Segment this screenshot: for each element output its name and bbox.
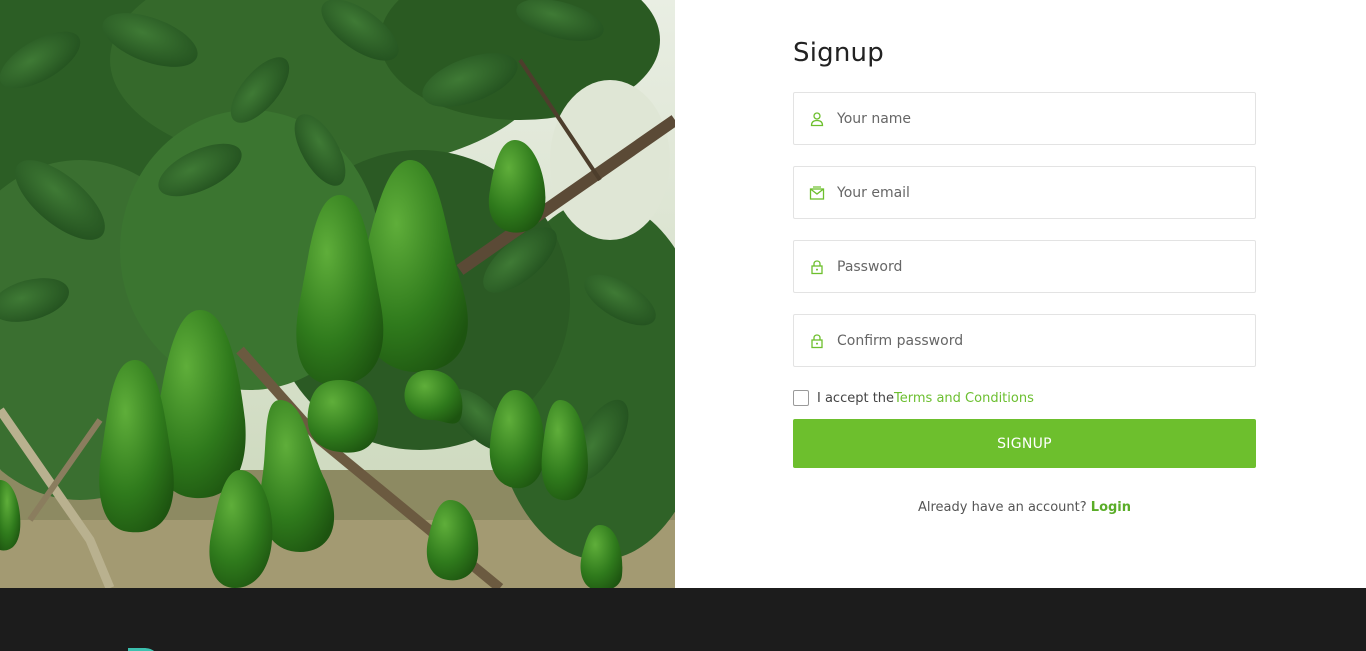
login-link[interactable]: Login	[1091, 500, 1131, 515]
user-icon	[810, 112, 824, 127]
name-input[interactable]	[837, 93, 1237, 144]
lock-icon	[811, 334, 823, 349]
confirm-password-input[interactable]	[837, 315, 1237, 366]
avocado-tree-photo	[0, 0, 675, 588]
confirm-password-field[interactable]	[793, 314, 1256, 367]
terms-checkbox[interactable]	[793, 390, 809, 406]
password-input[interactable]	[837, 241, 1237, 292]
email-input[interactable]	[837, 167, 1237, 218]
signup-button[interactable]: SIGNUP	[793, 419, 1256, 468]
footer	[0, 588, 1366, 651]
terms-label: I accept the	[817, 390, 895, 406]
lock-icon	[811, 260, 823, 275]
footer-logo	[128, 648, 154, 651]
page-title: Signup	[793, 38, 884, 68]
password-field[interactable]	[793, 240, 1256, 293]
login-prompt: Already have an account?	[917, 500, 1087, 515]
email-field[interactable]	[793, 166, 1256, 219]
name-field[interactable]	[793, 92, 1256, 145]
terms-row: I accept the Terms and Conditions	[793, 389, 1034, 407]
email-icon	[809, 186, 825, 200]
terms-link[interactable]: Terms and Conditions	[894, 391, 1034, 406]
login-prompt-row: Already have an account? Login	[793, 500, 1256, 515]
